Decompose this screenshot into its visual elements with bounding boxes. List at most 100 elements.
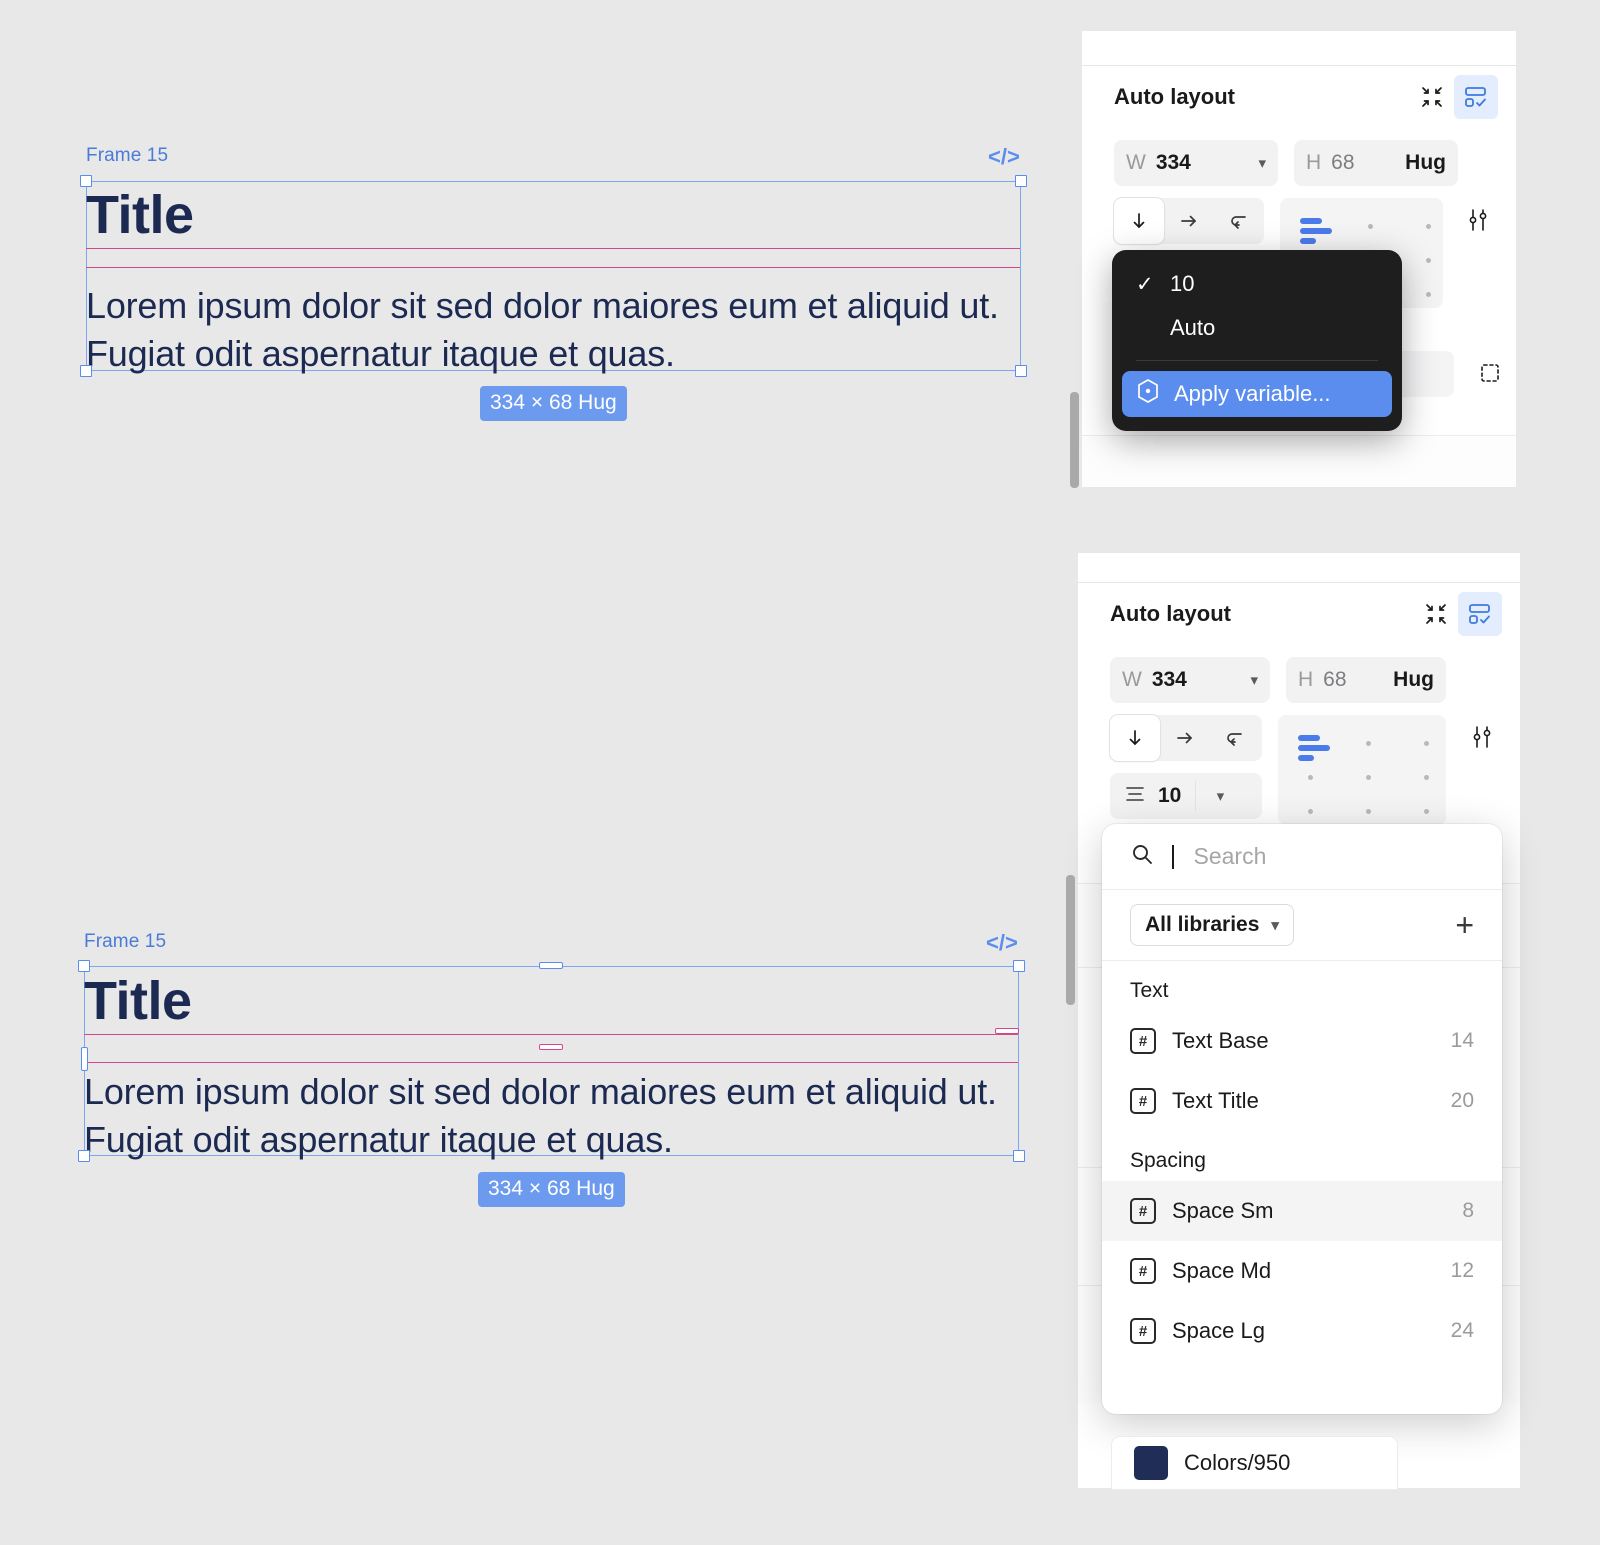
group-label-text: Text <box>1130 979 1169 1002</box>
library-filter-dropdown[interactable]: All libraries ▾ <box>1130 904 1294 946</box>
frame-label[interactable]: Frame 15 <box>84 931 166 953</box>
spacing-drag-chip[interactable] <box>539 1044 563 1050</box>
spacing-drag-chip-right[interactable] <box>995 1028 1019 1034</box>
design-canvas[interactable]: Frame 15 </> Title Lorem ipsum dolor sit… <box>0 0 1075 1545</box>
direction-horizontal-icon[interactable] <box>1164 198 1214 244</box>
chevron-down-icon[interactable]: ▾ <box>1258 154 1266 172</box>
align-dot[interactable] <box>1424 809 1429 814</box>
dropdown-item-label: Auto <box>1170 315 1216 340</box>
align-dot[interactable] <box>1426 292 1431 297</box>
variable-picker-popup[interactable]: Search All libraries ▾ + Text # Text Bas… <box>1102 824 1502 1414</box>
height-label: H <box>1298 668 1314 691</box>
direction-vertical-icon[interactable] <box>1114 198 1164 244</box>
gap-dropdown-chevron-icon[interactable]: ▾ <box>1196 773 1244 819</box>
align-dot[interactable] <box>1366 741 1371 746</box>
align-dot[interactable] <box>1308 809 1313 814</box>
color-swatch <box>1134 1446 1168 1480</box>
frame-body-text[interactable]: Lorem ipsum dolor sit sed dolor maiores … <box>86 282 1036 377</box>
height-value[interactable]: 68 <box>1323 668 1346 692</box>
align-dot[interactable] <box>1424 741 1429 746</box>
chevron-down-icon[interactable]: ▾ <box>1250 671 1258 689</box>
spacing-guide-bottom <box>84 1062 1018 1063</box>
align-top-left-marks <box>1300 218 1332 248</box>
spacing-guide-top <box>84 1034 1018 1035</box>
resize-handle-tl[interactable] <box>80 175 92 187</box>
frame-label[interactable]: Frame 15 <box>86 145 168 167</box>
height-label: H <box>1306 151 1322 174</box>
variable-row-text-base[interactable]: # Text Base 14 <box>1102 1011 1502 1071</box>
align-dot[interactable] <box>1366 775 1371 780</box>
width-field[interactable]: W 334 ▾ <box>1110 657 1270 703</box>
resize-handle-top-mid[interactable] <box>539 962 563 969</box>
auto-layout-toggle-icon[interactable] <box>1458 592 1502 636</box>
apply-variable-button[interactable]: Apply variable... <box>1122 371 1392 417</box>
direction-horizontal-icon[interactable] <box>1160 715 1210 761</box>
frame-title-text[interactable]: Title <box>86 188 194 242</box>
panel-scrollbar-top[interactable] <box>1070 392 1079 488</box>
collapse-icon[interactable] <box>1410 75 1454 119</box>
group-label-spacing: Spacing <box>1130 1149 1206 1172</box>
width-value[interactable]: 334 <box>1152 668 1187 692</box>
advanced-layout-settings-icon[interactable] <box>1459 198 1498 242</box>
resize-handle-bl[interactable] <box>80 365 92 377</box>
code-icon[interactable]: </> <box>986 930 1018 956</box>
dropdown-item-10[interactable]: ✓ 10 <box>1122 262 1392 306</box>
padding-icon[interactable] <box>1468 351 1512 395</box>
code-icon[interactable]: </> <box>988 144 1020 170</box>
align-top-left-marks <box>1298 735 1330 765</box>
align-dot[interactable] <box>1308 775 1313 780</box>
variable-row-space-lg[interactable]: # Space Lg 24 <box>1102 1301 1502 1361</box>
resize-handle-bl[interactable] <box>78 1150 90 1162</box>
direction-segmented-control[interactable] <box>1110 715 1262 761</box>
resize-handle-br[interactable] <box>1015 365 1027 377</box>
color-variable-row[interactable]: Colors/950 <box>1112 1437 1397 1489</box>
search-row[interactable]: Search <box>1102 824 1502 890</box>
search-input-placeholder[interactable]: Search <box>1194 843 1267 870</box>
variable-value: 20 <box>1450 1089 1474 1112</box>
size-badge: 334 × 68 Hug <box>480 386 627 421</box>
resize-handle-tr[interactable] <box>1015 175 1027 187</box>
frame-title-text[interactable]: Title <box>84 974 192 1028</box>
resize-handle-br[interactable] <box>1013 1150 1025 1162</box>
text-cursor <box>1172 844 1174 869</box>
panel-scrollbar-bottom[interactable] <box>1066 875 1075 1005</box>
advanced-layout-settings-icon[interactable] <box>1462 715 1503 759</box>
gap-value[interactable]: 10 <box>1158 784 1181 808</box>
spacing-dropdown-menu[interactable]: ✓ 10 Auto Apply variable... <box>1112 250 1402 431</box>
width-field[interactable]: W 334 ▾ <box>1114 140 1278 186</box>
dropdown-item-auto[interactable]: Auto <box>1122 306 1392 350</box>
variable-list[interactable]: Text # Text Base 14 # Text Title 20 Spac… <box>1102 961 1502 1361</box>
align-dot[interactable] <box>1424 775 1429 780</box>
direction-wrap-icon[interactable] <box>1210 715 1260 761</box>
align-dot[interactable] <box>1426 258 1431 263</box>
number-variable-icon: # <box>1130 1258 1156 1284</box>
height-mode[interactable]: Hug <box>1405 151 1446 175</box>
align-dot[interactable] <box>1366 809 1371 814</box>
height-field[interactable]: H 68 Hug <box>1286 657 1446 703</box>
resize-handle-tl[interactable] <box>78 960 90 972</box>
auto-layout-toggle-icon[interactable] <box>1454 75 1498 119</box>
height-value[interactable]: 68 <box>1331 151 1354 175</box>
frame-body-text[interactable]: Lorem ipsum dolor sit sed dolor maiores … <box>84 1068 1034 1163</box>
variable-row-space-md[interactable]: # Space Md 12 <box>1102 1241 1502 1301</box>
variable-row-space-sm[interactable]: # Space Sm 8 <box>1102 1181 1502 1241</box>
size-row: W 334 ▾ H 68 Hug <box>1082 140 1516 186</box>
gap-input[interactable]: 10 <box>1110 773 1195 819</box>
gap-field[interactable]: 10 ▾ <box>1110 773 1262 819</box>
dropdown-item-label: 10 <box>1170 271 1195 296</box>
align-dot[interactable] <box>1426 224 1431 229</box>
collapse-icon[interactable] <box>1414 592 1458 636</box>
height-field[interactable]: H 68 Hug <box>1294 140 1458 186</box>
direction-segmented-control[interactable] <box>1114 198 1264 244</box>
resize-handle-left-mid[interactable] <box>81 1047 88 1071</box>
direction-wrap-icon[interactable] <box>1214 198 1264 244</box>
resize-handle-tr[interactable] <box>1013 960 1025 972</box>
number-variable-icon: # <box>1130 1088 1156 1114</box>
alignment-grid[interactable] <box>1278 715 1446 825</box>
add-variable-button[interactable]: + <box>1455 909 1474 941</box>
direction-vertical-icon[interactable] <box>1110 715 1160 761</box>
align-dot[interactable] <box>1368 224 1373 229</box>
width-value[interactable]: 334 <box>1156 151 1191 175</box>
height-mode[interactable]: Hug <box>1393 668 1434 692</box>
variable-row-text-title[interactable]: # Text Title 20 <box>1102 1071 1502 1131</box>
